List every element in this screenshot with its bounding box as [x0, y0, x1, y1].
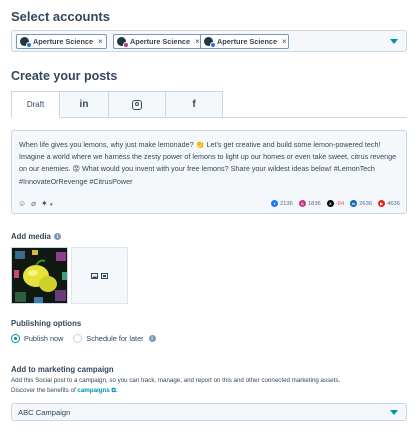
account-avatar [117, 37, 129, 48]
image-icon [91, 272, 98, 279]
remove-chip-icon[interactable]: × [282, 37, 287, 46]
chevron-down-icon [390, 410, 398, 415]
account-chip[interactable]: Aperture Science × [200, 34, 289, 49]
x-icon: X [326, 200, 334, 207]
instagram-badge-icon [123, 42, 129, 48]
tab-facebook[interactable]: f [166, 91, 223, 118]
x-count: X -84 [326, 200, 344, 207]
add-media-label: Add media i [11, 232, 61, 241]
video-icon [101, 272, 108, 279]
add-media-button[interactable] [71, 247, 128, 304]
account-avatar [20, 37, 32, 48]
account-chip-label: Aperture Science [217, 37, 278, 46]
publish-now-label[interactable]: Publish now [24, 334, 63, 343]
post-editor[interactable]: When life gives you lemons, why just mak… [11, 130, 407, 214]
lemon-image [12, 248, 67, 303]
account-chip-label: Aperture Science [130, 37, 191, 46]
create-posts-title: Create your posts [11, 69, 118, 83]
facebook-badge-icon [26, 42, 32, 48]
campaign-select-value: ABC Campaign [18, 408, 71, 417]
instagram-count: ◎ 1836 [298, 200, 321, 207]
linkedin-icon: in [79, 99, 89, 110]
emoji-icon[interactable]: ☺ [18, 199, 26, 208]
publishing-options-label: Publishing options [11, 319, 82, 328]
info-icon[interactable]: i [53, 233, 61, 240]
campaign-description: Add this Social post to a campaign, so y… [11, 377, 341, 394]
attachment-icon[interactable]: ⌀ [31, 199, 36, 208]
facebook-icon: f [192, 99, 196, 110]
tab-draft[interactable]: Draft [11, 91, 60, 118]
account-avatar [204, 37, 216, 48]
media-thumbnail[interactable] [11, 247, 68, 304]
publishing-radios: Publish now Schedule for later i [11, 334, 156, 343]
schedule-later-radio[interactable] [73, 334, 83, 343]
post-text[interactable]: When life gives you lemons, why just mak… [19, 139, 401, 188]
tab-linkedin[interactable]: in [60, 91, 109, 118]
schedule-later-label[interactable]: Schedule for later [86, 334, 143, 343]
campaigns-link[interactable]: campaigns ⧉ [77, 387, 115, 394]
sparkle-icon[interactable]: ✦ ▾ [41, 199, 52, 208]
facebook-icon: f [270, 200, 278, 207]
linkedin-icon: in [350, 200, 358, 207]
editor-toolbar: ☺ ⌀ ✦ ▾ [18, 199, 52, 208]
instagram-icon: ◎ [298, 200, 306, 207]
select-accounts-title: Select accounts [11, 9, 110, 24]
publish-now-radio[interactable] [11, 334, 20, 343]
accounts-select[interactable]: Aperture Science × Aperture Science × Ap… [11, 30, 407, 52]
network-tabs: Draft in f [11, 91, 223, 118]
instagram-icon [132, 99, 142, 110]
remove-chip-icon[interactable]: × [98, 37, 103, 46]
campaign-select[interactable]: ABC Campaign [11, 403, 407, 421]
campaign-label: Add to marketing campaign [11, 365, 114, 374]
linkedin-count: in 2636 [350, 200, 373, 207]
info-icon[interactable]: i [148, 335, 156, 342]
youtube-icon: ▶ [378, 200, 386, 207]
tab-instagram[interactable] [109, 91, 166, 118]
facebook-count: f 2136 [270, 200, 293, 207]
chevron-down-icon[interactable] [390, 39, 398, 44]
youtube-count: ▶ 4636 [378, 200, 400, 207]
account-chip-label: Aperture Science [33, 37, 94, 46]
facebook-badge-icon [210, 42, 216, 48]
tab-draft-label: Draft [26, 100, 45, 109]
remove-chip-icon[interactable]: × [195, 37, 200, 46]
account-chip[interactable]: Aperture Science × [113, 34, 204, 49]
account-chip[interactable]: Aperture Science × [16, 34, 107, 49]
character-counts: f 2136 ◎ 1836 X -84 in 2636 ▶ 4636 [270, 200, 400, 207]
